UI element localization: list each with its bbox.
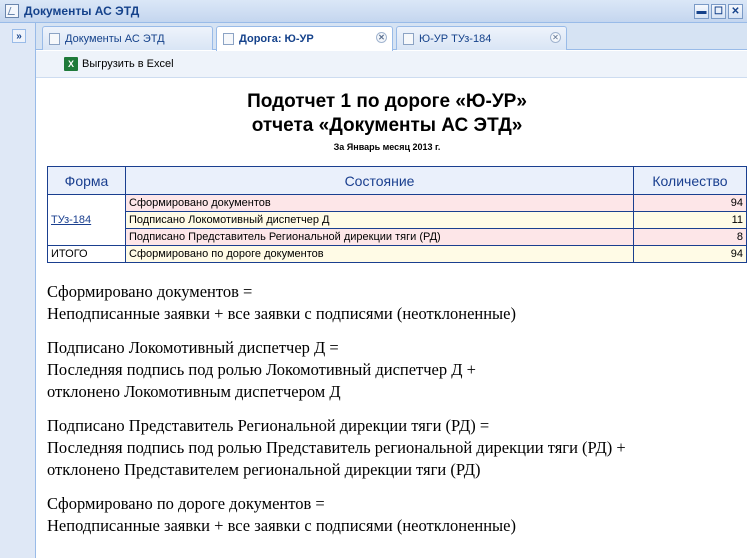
tab-label: Дорога: Ю-УР xyxy=(239,33,314,45)
count-cell: 94 xyxy=(633,194,747,212)
window-titlebar: Документы АС ЭТД ▬ ☐ ✕ xyxy=(0,0,747,23)
report-notes: Сформировано документов = Неподписанные … xyxy=(47,281,747,549)
tab-documents[interactable]: Документы АС ЭТД xyxy=(42,26,213,50)
close-button[interactable]: ✕ xyxy=(728,4,743,19)
note-line: отклонено Локомотивным диспетчером Д xyxy=(47,382,341,401)
form-link[interactable]: ТУз-184 xyxy=(51,214,91,226)
note-line: Последняя подпись под ролью Представител… xyxy=(47,438,626,457)
count-cell: 11 xyxy=(633,211,747,229)
expand-panel-button[interactable]: » xyxy=(12,29,26,43)
note-paragraph: Подписано Представитель Региональной дир… xyxy=(47,415,747,481)
tab-close-icon[interactable]: ✕ xyxy=(376,32,387,43)
total-label: ИТОГО xyxy=(47,245,126,263)
tab-strip: Документы АС ЭТД Дорога: Ю-УР ✕ Ю-УР ТУз… xyxy=(36,23,747,51)
minimize-button[interactable]: ▬ xyxy=(694,4,709,19)
tab-label: Документы АС ЭТД xyxy=(65,32,165,45)
note-line: Неподписанные заявки + все заявки с подп… xyxy=(47,516,516,535)
table-header-row: Форма Состояние Количество xyxy=(47,166,747,195)
collapsed-side-panel: » xyxy=(0,23,36,558)
note-paragraph: Сформировано по дороге документов = Непо… xyxy=(47,493,747,537)
table-row: Подписано Представитель Региональной дир… xyxy=(48,228,747,246)
count-cell: 94 xyxy=(633,245,747,263)
report-period: За Январь месяц 2013 г. xyxy=(333,142,441,152)
total-row: ИТОГО Сформировано по дороге документов … xyxy=(47,245,747,263)
tab-tuz[interactable]: Ю-УР ТУз-184 ✕ xyxy=(396,26,567,50)
report-title: Подотчет 1 по дороге «Ю-УР» xyxy=(247,91,527,112)
window-title: Документы АС ЭТД xyxy=(24,4,140,18)
state-cell: Сформировано по дороге документов xyxy=(125,245,634,263)
note-paragraph: Сформировано документов = Неподписанные … xyxy=(47,281,747,325)
note-line: Сформировано документов = xyxy=(47,282,253,301)
document-icon xyxy=(49,32,60,45)
note-line: отклонено Представителем региональной ди… xyxy=(47,460,481,479)
document-icon xyxy=(223,33,234,45)
count-cell: 8 xyxy=(633,228,747,246)
report-content: Подотчет 1 по дороге «Ю-УР» отчета «Доку… xyxy=(37,79,747,558)
window-controls: ▬ ☐ ✕ xyxy=(694,4,743,19)
report-title-line2: отчета «Документы АС ЭТД» xyxy=(251,115,523,136)
excel-icon: X xyxy=(64,57,78,71)
column-header-form: Форма xyxy=(47,166,126,195)
note-line: Неподписанные заявки + все заявки с подп… xyxy=(47,304,516,323)
note-line: Последняя подпись под ролью Локомотивный… xyxy=(47,360,476,379)
state-cell: Сформировано документов xyxy=(125,194,634,212)
document-icon xyxy=(403,32,414,45)
column-header-count: Количество xyxy=(633,166,747,195)
table-row: Подписано Локомотивный диспетчер Д 11 xyxy=(48,211,747,229)
tab-road[interactable]: Дорога: Ю-УР ✕ xyxy=(216,26,393,51)
state-cell: Подписано Локомотивный диспетчер Д xyxy=(125,211,634,229)
export-excel-button[interactable]: X Выгрузить в Excel xyxy=(64,57,174,71)
export-excel-label: Выгрузить в Excel xyxy=(82,58,174,70)
note-paragraph: Подписано Локомотивный диспетчер Д = Пос… xyxy=(47,337,747,403)
edit-document-icon xyxy=(5,4,19,18)
tab-label: Ю-УР ТУз-184 xyxy=(419,32,492,45)
note-line: Подписано Представитель Региональной дир… xyxy=(47,416,490,435)
form-cell: ТУз-184 xyxy=(47,194,126,246)
toolbar: X Выгрузить в Excel xyxy=(36,51,747,78)
note-line: Подписано Локомотивный диспетчер Д = xyxy=(47,338,339,357)
maximize-button[interactable]: ☐ xyxy=(711,4,726,19)
state-cell: Подписано Представитель Региональной дир… xyxy=(125,228,634,246)
report-table: Форма Состояние Количество ТУз-184 Сформ… xyxy=(47,166,747,263)
tab-close-icon[interactable]: ✕ xyxy=(550,32,561,43)
column-header-state: Состояние xyxy=(125,166,634,195)
note-line: Сформировано по дороге документов = xyxy=(47,494,325,513)
table-row: ТУз-184 Сформировано документов 94 xyxy=(47,194,747,246)
